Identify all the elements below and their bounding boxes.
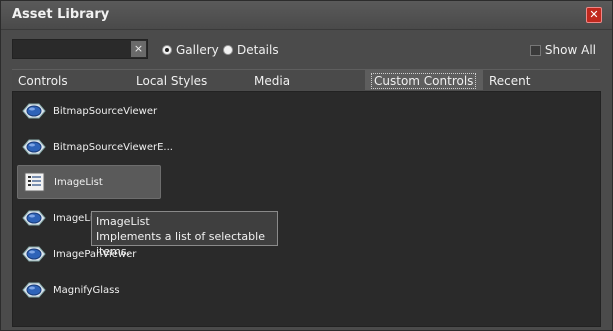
item-label: BitmapSourceViewer xyxy=(53,105,158,117)
tab-label: Custom Controls xyxy=(371,73,477,89)
tab-label: Controls xyxy=(18,74,68,88)
title-bar[interactable]: Asset Library ✕ xyxy=(1,1,612,30)
close-button[interactable]: ✕ xyxy=(586,7,602,23)
control-icon xyxy=(22,139,46,155)
list-document-icon xyxy=(24,172,45,192)
tab-recent[interactable]: Recent xyxy=(483,69,600,90)
item-label: ImageList xyxy=(54,176,103,188)
tooltip-description: Implements a list of selectable items. xyxy=(96,230,265,258)
gallery-option[interactable]: Gallery xyxy=(162,43,219,57)
show-all-option[interactable]: Show All xyxy=(529,43,596,57)
control-icon xyxy=(22,246,46,262)
item-label: MagnifyGlass xyxy=(53,284,120,296)
search-box: × xyxy=(12,39,148,59)
tab-local-styles[interactable]: Local Styles xyxy=(130,69,248,90)
gallery-label: Gallery xyxy=(176,43,219,57)
show-all-label: Show All xyxy=(544,43,596,57)
tab-custom-controls[interactable]: Custom Controls xyxy=(365,69,483,90)
control-icon xyxy=(22,282,46,298)
details-option[interactable]: Details xyxy=(223,43,279,57)
details-label: Details xyxy=(237,43,279,57)
control-icon xyxy=(22,210,46,226)
control-icon xyxy=(22,103,46,119)
tab-label: Recent xyxy=(489,74,531,88)
list-item[interactable]: MagnifyGlass xyxy=(17,273,161,307)
details-radio[interactable] xyxy=(223,45,233,55)
tab-label: Local Styles xyxy=(136,74,208,88)
tab-controls[interactable]: Controls xyxy=(12,69,130,90)
window-title: Asset Library xyxy=(12,7,110,22)
asset-gallery-panel[interactable]: BitmapSourceViewer BitmapSourceViewerE..… xyxy=(12,91,601,327)
list-item-selected[interactable]: ImageList xyxy=(17,165,161,199)
item-tooltip: ImageList Implements a list of selectabl… xyxy=(91,211,278,258)
clear-search-button[interactable]: × xyxy=(131,41,146,57)
list-item[interactable]: BitmapSourceViewer xyxy=(17,94,161,128)
tab-media[interactable]: Media xyxy=(248,69,365,90)
show-all-checkbox[interactable] xyxy=(529,44,541,56)
tooltip-title: ImageList xyxy=(96,215,150,228)
asset-library-window: Asset Library ✕ × Gallery Details Show A… xyxy=(0,0,613,331)
search-input[interactable] xyxy=(13,40,131,58)
gallery-radio[interactable] xyxy=(162,45,172,55)
tab-label: Media xyxy=(254,74,291,88)
category-tabs: Controls Local Styles Media Custom Contr… xyxy=(12,69,600,91)
item-label: BitmapSourceViewerE... xyxy=(53,141,173,153)
list-item[interactable]: BitmapSourceViewerE... xyxy=(17,130,173,164)
close-icon: ✕ xyxy=(589,8,599,21)
